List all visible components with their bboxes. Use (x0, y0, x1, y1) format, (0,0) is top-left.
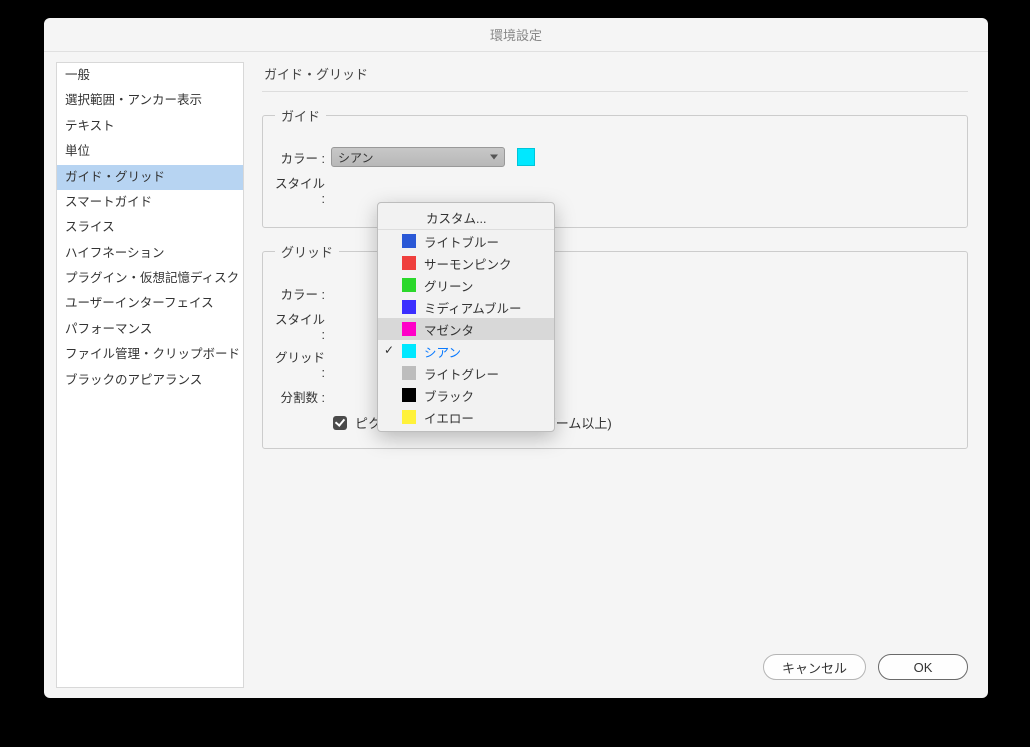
grid-subdiv-row: 分割数 : (269, 385, 953, 407)
sidebar-item[interactable]: 単位 (57, 139, 243, 164)
sidebar-item[interactable]: スマートガイド (57, 190, 243, 215)
menu-item-label: ライトグレー (424, 364, 499, 383)
color-dropdown-menu: カスタム... ライトブルーサーモンピンクグリーンミディアムブルーマゼンタ ✓ シア… (377, 202, 555, 432)
guide-group: ガイド カラー : シアン スタイル : (262, 106, 968, 228)
menu-item[interactable]: ライトブルー (378, 230, 554, 252)
sidebar-item[interactable]: プラグイン・仮想記憶ディスク (57, 266, 243, 291)
sidebar-item[interactable]: ユーザーインターフェイス (57, 291, 243, 316)
grid-color-row: カラー : (269, 282, 953, 304)
menu-item[interactable]: サーモンピンク (378, 252, 554, 274)
page-title: ガイド・グリッド (262, 62, 968, 92)
sidebar-item[interactable]: パフォーマンス (57, 317, 243, 342)
chevron-down-icon (490, 155, 498, 160)
menu-item-label: イエロー (424, 408, 474, 427)
menu-item[interactable]: ブラック (378, 384, 554, 406)
sidebar-item[interactable]: スライス (57, 215, 243, 240)
color-swatch-icon (402, 344, 416, 358)
grid-subdiv-label: 分割数 : (269, 387, 325, 406)
color-swatch-icon (402, 300, 416, 314)
guide-color-swatch[interactable] (517, 148, 535, 166)
preferences-window: 環境設定 一般選択範囲・アンカー表示テキスト単位ガイド・グリッドスマートガイドス… (44, 18, 988, 698)
menu-item[interactable]: ミディアムブルー (378, 296, 554, 318)
guide-style-label: スタイル : (269, 173, 325, 206)
grid-style-row: スタイル : (269, 309, 953, 342)
menu-item-custom[interactable]: カスタム... (378, 206, 554, 230)
window-title: 環境設定 (490, 25, 542, 44)
color-swatch-icon (402, 410, 416, 424)
color-swatch-icon (402, 256, 416, 270)
menu-item[interactable]: ライトグレー (378, 362, 554, 384)
menu-item-label: カスタム... (426, 208, 486, 227)
grid-spacing-row: グリッド : (269, 347, 953, 380)
menu-item-label: ブラック (424, 386, 474, 405)
cancel-button-label: キャンセル (782, 658, 847, 677)
grid-style-label: スタイル : (269, 309, 325, 342)
sidebar-item[interactable]: ハイフネーション (57, 241, 243, 266)
dialog-footer: キャンセル OK (763, 654, 968, 680)
grid-spacing-label: グリッド : (269, 347, 325, 380)
menu-item-label: グリーン (424, 276, 473, 295)
window-body: 一般選択範囲・アンカー表示テキスト単位ガイド・グリッドスマートガイドスライスハイ… (44, 52, 988, 698)
ok-button[interactable]: OK (878, 654, 968, 680)
guide-color-label: カラー : (269, 148, 325, 167)
color-swatch-icon (402, 366, 416, 380)
guide-color-select[interactable]: シアン (331, 147, 505, 167)
menu-item[interactable]: グリーン (378, 274, 554, 296)
grid-group: グリッド カラー : スタイル : グリッド : 分割数 : ピクセルグ (262, 242, 968, 449)
guide-color-value: シアン (338, 149, 374, 166)
category-sidebar: 一般選択範囲・アンカー表示テキスト単位ガイド・グリッドスマートガイドスライスハイ… (56, 62, 244, 688)
ok-button-label: OK (914, 660, 933, 675)
guide-color-row: カラー : シアン (269, 146, 953, 168)
sidebar-item[interactable]: ファイル管理・クリップボード (57, 342, 243, 367)
sidebar-item[interactable]: ブラックのアピアランス (57, 368, 243, 393)
menu-item-label: ミディアムブルー (424, 298, 522, 317)
sidebar-item[interactable]: 一般 (57, 63, 243, 88)
menu-item-label: シアン (424, 342, 461, 361)
window-titlebar: 環境設定 (44, 18, 988, 52)
color-swatch-icon (402, 322, 416, 336)
main-panel: ガイド・グリッド ガイド カラー : シアン スタイル : グリッド (262, 62, 968, 688)
grid-color-label: カラー : (269, 284, 325, 303)
menu-item[interactable]: マゼンタ (378, 318, 554, 340)
check-icon: ✓ (384, 343, 394, 357)
sidebar-item[interactable]: テキスト (57, 114, 243, 139)
sidebar-item[interactable]: ガイド・グリッド (57, 165, 243, 190)
menu-item[interactable]: ✓ シアン (378, 340, 554, 362)
color-swatch-icon (402, 234, 416, 248)
sidebar-item[interactable]: 選択範囲・アンカー表示 (57, 88, 243, 113)
menu-item-label: ライトブルー (424, 232, 499, 251)
guide-style-row: スタイル : (269, 173, 953, 206)
menu-item-label: マゼンタ (424, 320, 474, 339)
menu-item[interactable]: イエロー (378, 406, 554, 428)
color-swatch-icon (402, 278, 416, 292)
grid-legend: グリッド (275, 242, 339, 261)
menu-item-label: サーモンピンク (424, 254, 512, 273)
cancel-button[interactable]: キャンセル (763, 654, 866, 680)
pixel-grid-checkbox[interactable] (333, 416, 347, 430)
guide-legend: ガイド (275, 106, 326, 125)
color-swatch-icon (402, 388, 416, 402)
